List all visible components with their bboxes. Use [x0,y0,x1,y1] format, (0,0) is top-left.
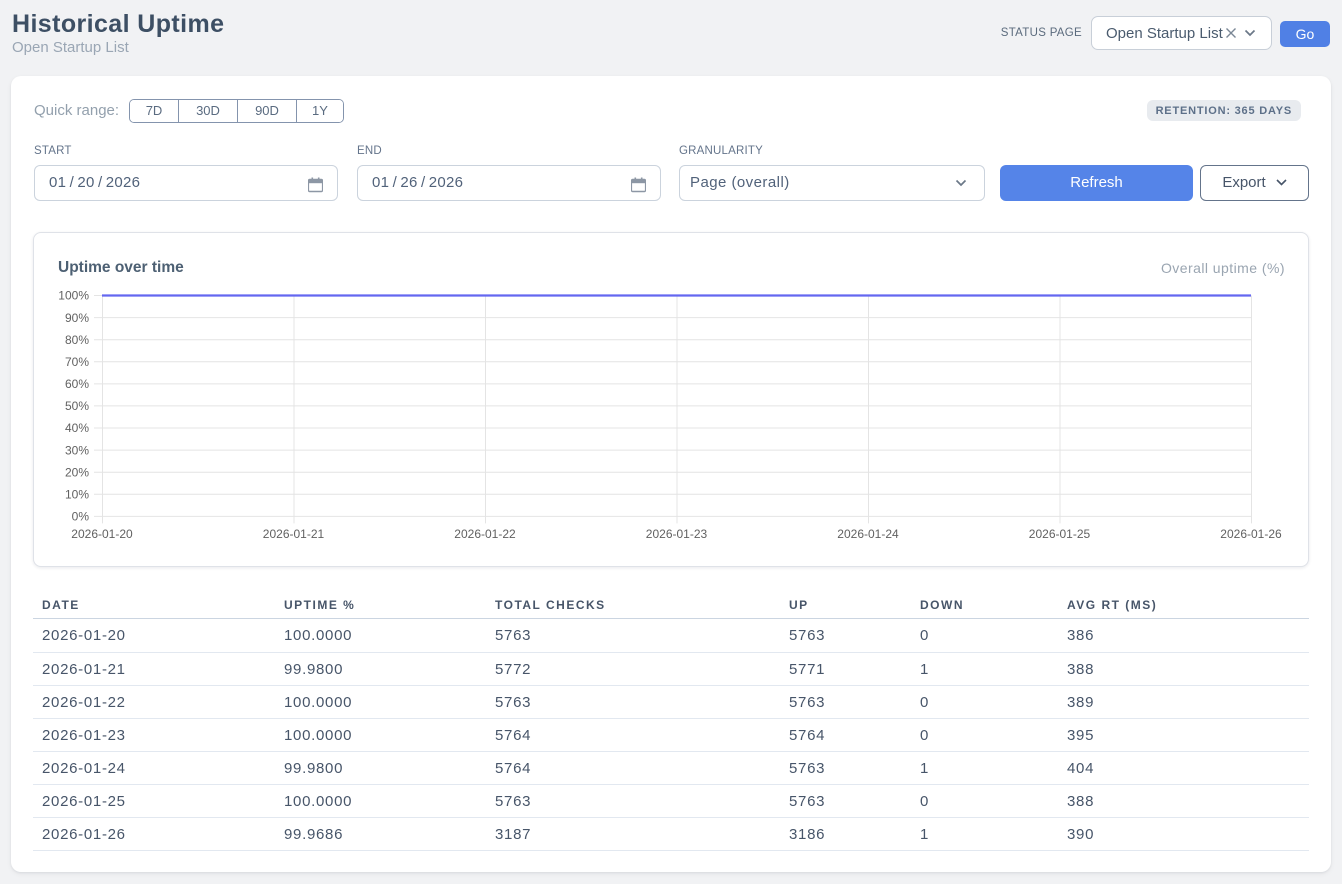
svg-text:80%: 80% [65,332,89,346]
svg-text:2026-01-22: 2026-01-22 [454,527,516,541]
svg-text:0%: 0% [72,509,90,523]
svg-text:2026-01-20: 2026-01-20 [71,527,133,541]
svg-text:60%: 60% [65,377,89,391]
svg-text:90%: 90% [65,310,89,324]
svg-text:10%: 10% [65,487,89,501]
svg-text:2026-01-25: 2026-01-25 [1029,527,1091,541]
svg-text:30%: 30% [65,443,89,457]
svg-text:70%: 70% [65,355,89,369]
svg-text:2026-01-24: 2026-01-24 [837,527,899,541]
svg-text:2026-01-26: 2026-01-26 [1220,527,1282,541]
svg-text:2026-01-21: 2026-01-21 [263,527,325,541]
svg-text:2026-01-23: 2026-01-23 [646,527,708,541]
svg-text:100%: 100% [58,288,89,302]
svg-text:40%: 40% [65,421,89,435]
svg-text:50%: 50% [65,399,89,413]
svg-text:20%: 20% [65,465,89,479]
